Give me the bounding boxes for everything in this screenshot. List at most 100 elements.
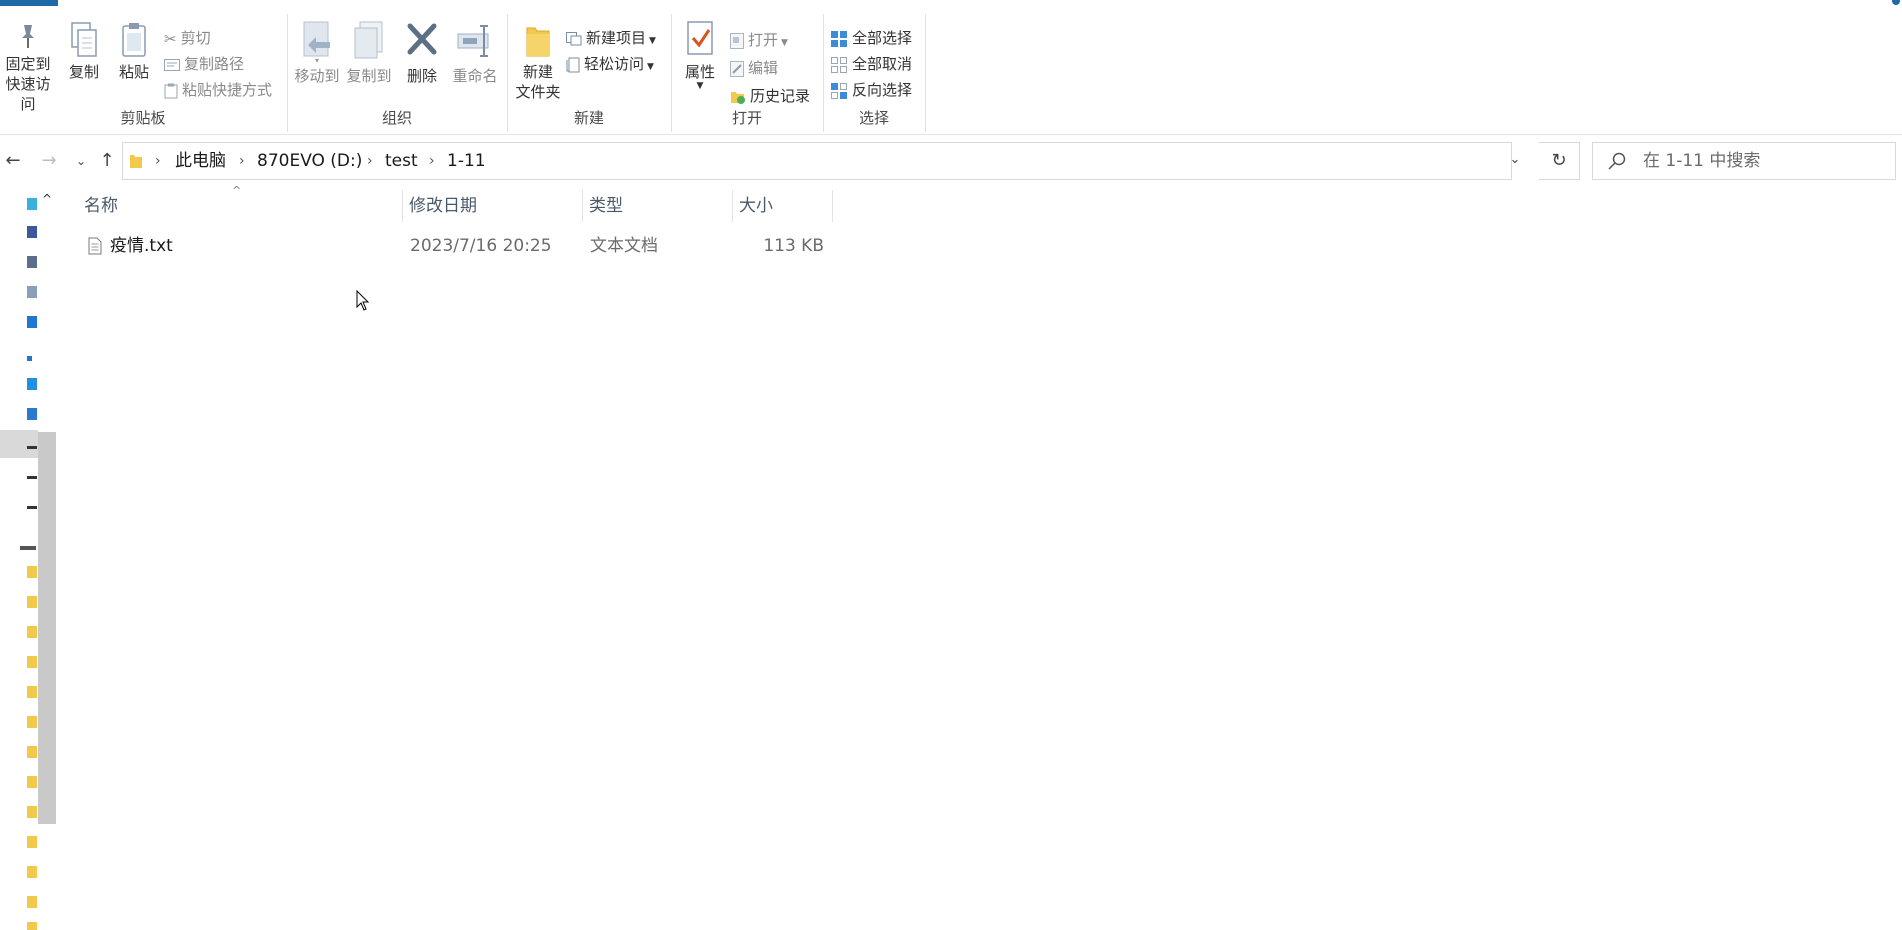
breadcrumb-separator-icon[interactable]: › [429, 143, 435, 179]
select-none-button[interactable]: 全部取消 [830, 52, 912, 76]
search-box[interactable]: 在 1-11 中搜索 [1592, 142, 1896, 180]
edit-pencil-icon [730, 60, 744, 77]
folder-icon[interactable] [27, 566, 37, 578]
breadcrumb-separator-icon[interactable]: › [155, 143, 161, 179]
new-folder-label-2: 文件夹 [515, 83, 561, 101]
copy-icon [71, 22, 97, 57]
folder-icon[interactable] [27, 596, 37, 608]
file-row[interactable]: 疫情.txt 2023/7/16 20:25 文本文档 113 KB [78, 232, 838, 260]
edit-label: 编辑 [748, 59, 779, 77]
new-item-icon [566, 31, 582, 45]
documents-icon[interactable] [27, 256, 37, 268]
copy-to-label: 复制到 [346, 67, 392, 85]
search-placeholder: 在 1-11 中搜索 [1643, 151, 1761, 171]
open-dropdown-icon: ▼ [781, 38, 788, 48]
desktop-icon[interactable] [27, 226, 37, 238]
breadcrumb-separator-icon[interactable]: › [239, 143, 245, 179]
clipboard-icon [122, 23, 146, 57]
column-header-modified[interactable]: 修改日期 [403, 190, 577, 222]
breadcrumb-drive[interactable]: 870EVO (D:) [257, 143, 362, 179]
paste-button[interactable]: 粘贴 [112, 20, 156, 82]
move-to-button[interactable]: ▾ 移动到 [292, 20, 342, 86]
folder-icon[interactable] [27, 746, 37, 758]
open-label: 打开 [748, 31, 779, 49]
folder-icon[interactable] [27, 866, 37, 878]
folder-icon[interactable] [27, 686, 37, 698]
delete-button[interactable]: 删除 [400, 20, 444, 86]
easy-access-button[interactable]: 轻松访问 ▼ [566, 52, 654, 76]
folder-icon[interactable] [27, 806, 37, 818]
drive-icon[interactable] [27, 506, 37, 509]
folder-icon[interactable] [27, 626, 37, 638]
organize-group: ▾ 移动到 复制到 删除 重命名 组织 [288, 12, 506, 132]
new-folder-button[interactable]: 新建 文件夹 [510, 20, 566, 102]
cut-button[interactable]: ✂ 剪切 [164, 26, 211, 50]
breadcrumb-test[interactable]: test [385, 143, 418, 179]
file-modified: 2023/7/16 20:25 [410, 236, 552, 256]
up-arrow-icon[interactable]: ↑ [94, 148, 120, 174]
address-bar[interactable]: › 此电脑 › 870EVO (D:) › test › 1-11 [122, 142, 1512, 180]
paste-shortcut-button[interactable]: 粘贴快捷方式 [164, 78, 272, 102]
nav-scroll-up-icon[interactable]: ^ [38, 190, 56, 208]
invert-selection-label: 反向选择 [852, 81, 913, 99]
folder-icon[interactable] [27, 922, 37, 930]
rename-button[interactable]: 重命名 [448, 20, 502, 86]
breadcrumb-this-pc[interactable]: 此电脑 [175, 143, 226, 179]
folder-icon[interactable] [27, 716, 37, 728]
clipboard-group-label: 剪贴板 [120, 109, 166, 127]
column-divider[interactable] [832, 190, 833, 222]
folder-icon[interactable] [27, 896, 37, 908]
copy-to-button[interactable]: 复制到 [344, 20, 394, 86]
select-all-label: 全部选择 [852, 29, 913, 47]
properties-button[interactable]: 属性 ▼ [678, 20, 722, 91]
new-item-label: 新建项目 [586, 29, 647, 47]
select-group-label: 选择 [858, 109, 889, 127]
svg-text:▾: ▾ [315, 56, 319, 64]
drive-icon[interactable] [27, 446, 37, 449]
breadcrumb-separator-icon[interactable]: › [367, 143, 373, 179]
new-group-label: 新建 [573, 109, 604, 127]
column-header-type[interactable]: 类型 [583, 190, 727, 222]
forward-arrow-icon[interactable]: → [36, 148, 62, 174]
nav-scrollbar-thumb[interactable] [38, 432, 56, 824]
pin-quick-access-button[interactable]: 固定到 快速访问 [0, 22, 56, 114]
breadcrumb-current-folder[interactable]: 1-11 [447, 143, 486, 179]
folder-icon[interactable] [27, 656, 37, 668]
select-group: 全部选择 全部取消 反向选择 选择 [824, 12, 924, 132]
open-icon [730, 32, 744, 49]
back-arrow-icon[interactable]: ← [0, 148, 26, 174]
folder-icon [526, 27, 550, 57]
recent-locations-chevron-icon[interactable]: ⌄ [68, 148, 94, 174]
select-all-button[interactable]: 全部选择 [830, 26, 912, 50]
this-pc-icon[interactable] [27, 408, 37, 420]
pictures-icon[interactable] [27, 286, 37, 298]
folder-icon [130, 155, 142, 168]
select-all-icon [831, 30, 847, 47]
open-button[interactable]: 打开 ▼ [730, 28, 788, 52]
drive-icon[interactable] [27, 476, 37, 479]
copy-button[interactable]: 复制 [62, 20, 106, 82]
paste-shortcut-icon [164, 83, 178, 98]
nav-selected-item[interactable] [0, 430, 38, 458]
refresh-icon[interactable]: ↻ [1539, 142, 1580, 180]
file-name[interactable]: 疫情.txt [110, 232, 173, 260]
sort-ascending-icon: ^ [232, 184, 242, 197]
history-button[interactable]: 历史记录 [730, 84, 810, 108]
folder-icon[interactable] [27, 776, 37, 788]
edit-button[interactable]: 编辑 [730, 56, 778, 80]
group-divider [925, 14, 926, 132]
text-file-icon [88, 237, 102, 255]
column-header-size[interactable]: 大小 [733, 190, 823, 222]
address-history-dropdown-icon[interactable]: ⌄ [1500, 142, 1530, 178]
network-drive-icon[interactable] [20, 546, 36, 550]
invert-selection-button[interactable]: 反向选择 [830, 78, 912, 102]
file-size: 113 KB [763, 236, 824, 256]
folder-icon[interactable] [27, 836, 37, 848]
file-tab[interactable] [0, 0, 58, 6]
cloud-icon[interactable] [27, 356, 32, 361]
downloads-icon[interactable] [27, 316, 37, 328]
copy-path-button[interactable]: 复制路径 [164, 52, 244, 76]
quick-access-icon[interactable] [27, 198, 37, 210]
onedrive-icon[interactable] [27, 378, 37, 390]
new-item-button[interactable]: 新建项目 ▼ [566, 26, 656, 50]
